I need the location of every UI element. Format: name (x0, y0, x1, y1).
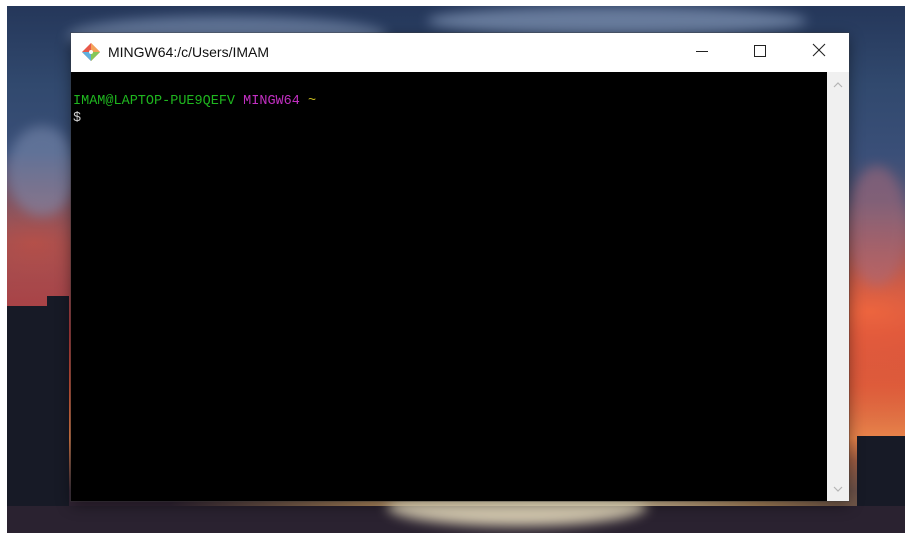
scroll-down-button[interactable] (827, 479, 849, 499)
prompt-user-host: IMAM@LAPTOP-PUE9QEFV (73, 94, 236, 109)
prompt-path: ~ (307, 94, 317, 109)
close-button[interactable] (789, 33, 849, 72)
terminal-window: MINGW64:/c/Users/IMAM IMAM@LAPTOP-PUE9QE… (71, 33, 849, 501)
prompt-env: MINGW64 (243, 94, 300, 109)
minimize-icon (696, 44, 708, 62)
terminal-output[interactable]: IMAM@LAPTOP-PUE9QEFV MINGW64 ~ $ (71, 72, 827, 501)
maximize-icon (754, 44, 766, 62)
maximize-button[interactable] (731, 33, 789, 72)
scroll-up-button[interactable] (827, 74, 849, 94)
chevron-down-icon (833, 480, 843, 498)
prompt-symbol: $ (73, 111, 82, 126)
wallpaper-building (47, 296, 69, 533)
close-icon (812, 43, 826, 62)
window-title: MINGW64:/c/Users/IMAM (108, 44, 270, 60)
wallpaper-cloud (847, 166, 905, 286)
wallpaper-cloud (7, 126, 77, 216)
git-diamond-icon (81, 42, 101, 62)
title-bar[interactable]: MINGW64:/c/Users/IMAM (71, 33, 849, 72)
wallpaper-cloud (427, 6, 807, 36)
vertical-scrollbar[interactable] (827, 72, 849, 501)
chevron-up-icon (833, 75, 843, 93)
minimize-button[interactable] (673, 33, 731, 72)
wallpaper-building (7, 306, 47, 533)
prompt-line: IMAM@LAPTOP-PUE9QEFV MINGW64 ~ (73, 93, 316, 110)
